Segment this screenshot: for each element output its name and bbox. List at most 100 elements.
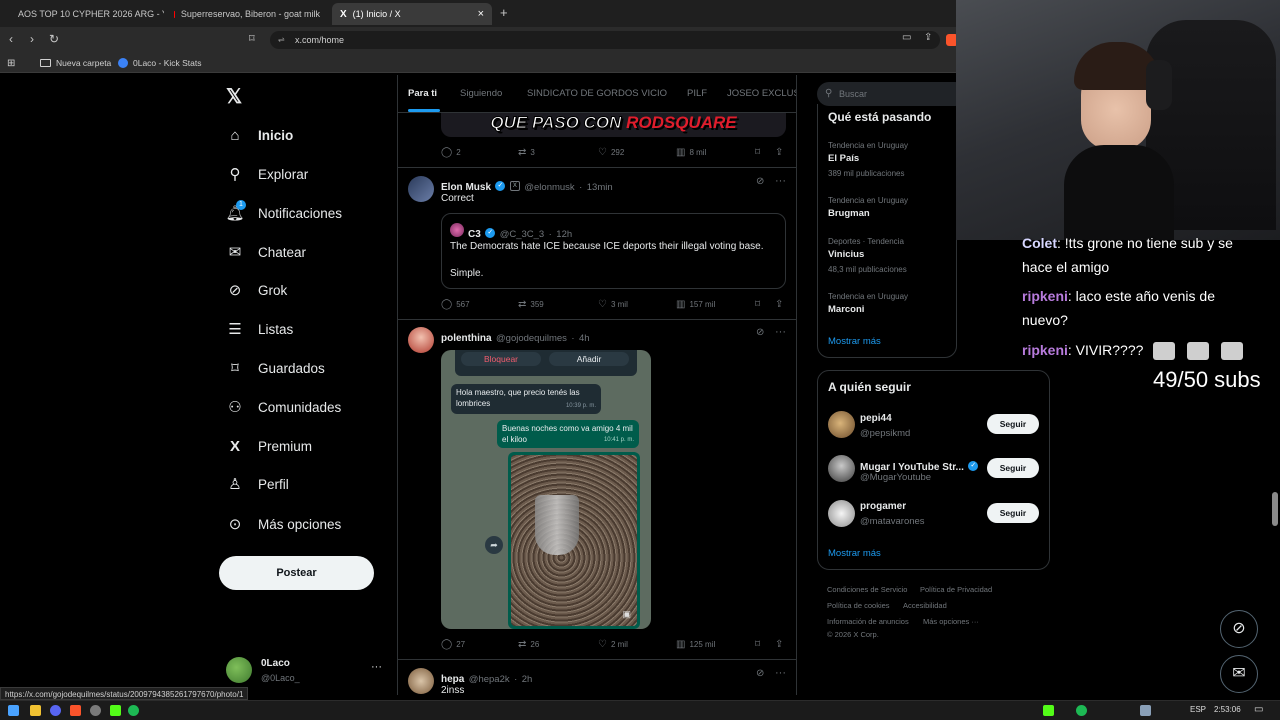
nav-premium[interactable]: X Premium [226, 432, 312, 460]
tray-kick-icon[interactable] [1043, 705, 1054, 716]
trend-name[interactable]: Brugman [828, 208, 870, 219]
apps-grid-icon[interactable]: ⊞ [7, 58, 15, 69]
repost-button[interactable]: ⇄ 3 [518, 147, 535, 158]
views-button[interactable]: ▥ 125 mil [676, 639, 715, 650]
trend-name[interactable]: Marconi [828, 304, 864, 315]
views-button[interactable]: ▥ 157 mil [676, 299, 715, 310]
search-input[interactable]: ⚲ Buscar [817, 82, 967, 106]
bookmark-kick-stats[interactable]: 0Laco - Kick Stats [118, 58, 202, 68]
more-dots-icon[interactable]: ··· [775, 326, 786, 338]
bookmark-folder[interactable]: Nueva carpeta [40, 58, 111, 68]
reply-button[interactable]: ◯ 567 [441, 299, 470, 310]
author-name[interactable]: Elon Musk [441, 182, 491, 193]
author-name[interactable]: hepa [441, 674, 464, 685]
nav-perfil[interactable]: ♙ Perfil [226, 470, 289, 498]
share-button[interactable]: ⇪ [775, 147, 783, 158]
follow-button[interactable]: Seguir [987, 414, 1039, 434]
site-settings-icon[interactable]: ⇌ [278, 31, 285, 49]
follow-name[interactable]: progamer [860, 501, 906, 512]
views-button[interactable]: ▥ 8 mil [676, 147, 706, 158]
cast-icon[interactable]: ▭ [902, 32, 911, 43]
trend-name[interactable]: El País [828, 153, 859, 164]
grok-icon[interactable]: ⊘ [756, 176, 764, 187]
obs-icon[interactable] [90, 705, 101, 716]
browser-tab-x[interactable]: X (1) Inicio / X × [332, 3, 492, 25]
avatar[interactable] [828, 500, 855, 527]
nav-inicio[interactable]: ⌂ Inicio [226, 121, 293, 149]
avatar[interactable] [408, 176, 434, 202]
messages-floating-button[interactable]: ✉ [1220, 655, 1258, 693]
nav-chatear[interactable]: ✉ Chatear [226, 238, 306, 266]
tab-siguiendo[interactable]: Siguiendo [460, 88, 502, 99]
tweet-time[interactable]: 13min [587, 182, 613, 193]
reply-button[interactable]: ◯ 2 [441, 147, 461, 158]
spotify-icon[interactable] [128, 705, 139, 716]
reload-icon[interactable]: ↻ [49, 32, 59, 46]
share-button[interactable]: ⇪ [775, 299, 783, 310]
browser-tab-youtube-2[interactable]: Superreservao, Biberon - goat milk [166, 3, 328, 25]
like-button[interactable]: ♡ 3 mil [598, 299, 628, 310]
follow-button[interactable]: Seguir [987, 503, 1039, 523]
windows-start-icon[interactable] [8, 705, 19, 716]
footer-link[interactable]: Política de Privacidad [920, 585, 992, 594]
tab-joseo[interactable]: JOSEO EXCLUSI [727, 88, 796, 99]
tray-spotify-icon[interactable] [1076, 705, 1087, 716]
author-handle[interactable]: @hepa2k [469, 674, 510, 685]
kick-icon[interactable] [110, 705, 121, 716]
nav-guardados[interactable]: ⌑ Guardados [226, 354, 325, 382]
tab-pilf[interactable]: PILF [687, 88, 707, 99]
language-indicator[interactable]: ESP [1190, 705, 1206, 714]
author-handle[interactable]: @gojodequilmes [496, 333, 567, 344]
follow-button[interactable]: Seguir [987, 458, 1039, 478]
more-dots-icon[interactable]: ··· [371, 661, 382, 673]
repost-button[interactable]: ⇄ 26 [518, 639, 539, 650]
avatar[interactable] [828, 455, 855, 482]
clock[interactable]: 2:53:06 [1214, 705, 1241, 714]
grok-floating-button[interactable]: ⊘ [1220, 610, 1258, 648]
brave-icon[interactable] [70, 705, 81, 716]
forward-icon[interactable]: › [30, 32, 34, 46]
reply-button[interactable]: ◯ 27 [441, 639, 465, 650]
share-button[interactable]: ⇪ [775, 639, 783, 650]
avatar[interactable] [408, 327, 434, 353]
nav-comunidades[interactable]: ⚇ Comunidades [226, 393, 341, 421]
tweet-image[interactable]: Bloquear Añadir Hola maestro, que precio… [441, 350, 651, 629]
nav-listas[interactable]: ☰ Listas [226, 315, 293, 343]
nav-explorar[interactable]: ⚲ Explorar [226, 160, 309, 188]
nav-notificaciones[interactable]: 🔔︎ 1 Notificaciones [225, 199, 342, 227]
discord-icon[interactable] [50, 705, 61, 716]
footer-link[interactable]: Condiciones de Servicio [827, 585, 907, 594]
quoted-tweet[interactable]: C3 ✓ @C_3C_3 · 12h The Democrats hate IC… [441, 213, 786, 289]
notifications-icon[interactable]: ▭ [1254, 704, 1263, 715]
nav-mas-opciones[interactable]: ⊙ Más opciones [226, 510, 342, 538]
tab-sindicato[interactable]: SINDICATO DE GORDOS VICIO [527, 88, 667, 99]
show-more-trends[interactable]: Mostrar más [828, 336, 881, 347]
author-name[interactable]: polenthina [441, 333, 492, 344]
tweet-time[interactable]: 4h [579, 333, 590, 344]
new-tab-button[interactable]: + [500, 5, 508, 20]
more-dots-icon[interactable]: ··· [775, 175, 786, 187]
tray-steam-icon[interactable] [1140, 705, 1151, 716]
tab-para-ti[interactable]: Para ti [408, 88, 437, 99]
follow-name[interactable]: pepi44 [860, 413, 892, 424]
x-home-logo[interactable]: 𝕏 [226, 84, 242, 109]
footer-link[interactable]: Accesibilidad [903, 601, 947, 610]
grok-icon[interactable]: ⊘ [756, 327, 764, 338]
footer-link[interactable]: Información de anuncios [827, 617, 909, 626]
file-explorer-icon[interactable] [30, 705, 41, 716]
author-handle[interactable]: @elonmusk [524, 182, 574, 193]
nav-grok[interactable]: ⊘ Grok [226, 276, 288, 304]
bookmark-button[interactable]: ⌑ [755, 147, 760, 158]
scrollbar-thumb[interactable] [1272, 492, 1278, 526]
avatar[interactable] [828, 411, 855, 438]
tweet-time[interactable]: 2h [522, 674, 533, 685]
bookmark-icon[interactable]: ⌑ [249, 32, 255, 45]
trend-name[interactable]: Vinicius [828, 249, 864, 260]
grok-icon[interactable]: ⊘ [756, 668, 764, 679]
more-dots-icon[interactable]: ··· [775, 667, 786, 679]
repost-button[interactable]: ⇄ 359 [518, 299, 544, 310]
like-button[interactable]: ♡ 2 mil [598, 639, 628, 650]
footer-link[interactable]: Política de cookies [827, 601, 890, 610]
account-switcher[interactable]: 0Laco @0Laco_ ··· [226, 656, 384, 686]
close-tab-icon[interactable]: × [478, 8, 484, 20]
